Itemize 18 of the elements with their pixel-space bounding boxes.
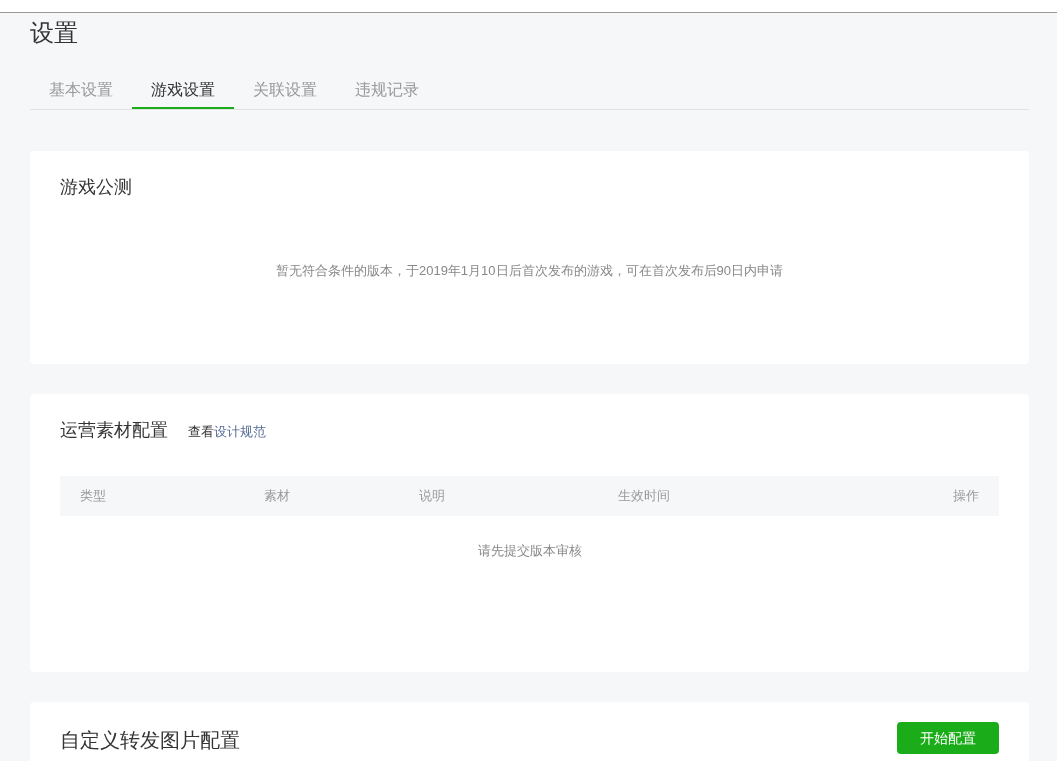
column-header: 生效时间 bbox=[618, 487, 670, 506]
section-title: 运营素材配置 bbox=[60, 419, 168, 442]
page-title: 设置 bbox=[30, 18, 79, 48]
hint-text: 查看设计规范 bbox=[188, 423, 266, 441]
design-guide-link[interactable]: 设计规范 bbox=[214, 424, 266, 439]
tab[interactable]: 游戏设置 bbox=[132, 73, 234, 109]
column-header: 素材 bbox=[264, 487, 290, 506]
section-title: 自定义转发图片配置 bbox=[60, 728, 240, 753]
start-config-button[interactable]: 开始配置 bbox=[897, 722, 999, 754]
empty-message: 请先提交版本审核 bbox=[476, 542, 583, 560]
column-header: 说明 bbox=[419, 487, 445, 506]
tab[interactable]: 基本设置 bbox=[30, 73, 132, 109]
column-header: 类型 bbox=[80, 487, 106, 506]
column-header: 操作 bbox=[953, 487, 979, 506]
tab[interactable]: 违规记录 bbox=[336, 73, 438, 109]
empty-message: 暂无符合条件的版本，于2019年1月10日后首次发布的游戏，可在首次发布后90日内申请 bbox=[274, 262, 785, 280]
section-title: 游戏公测 bbox=[60, 176, 132, 199]
tab[interactable]: 关联设置 bbox=[234, 73, 336, 109]
